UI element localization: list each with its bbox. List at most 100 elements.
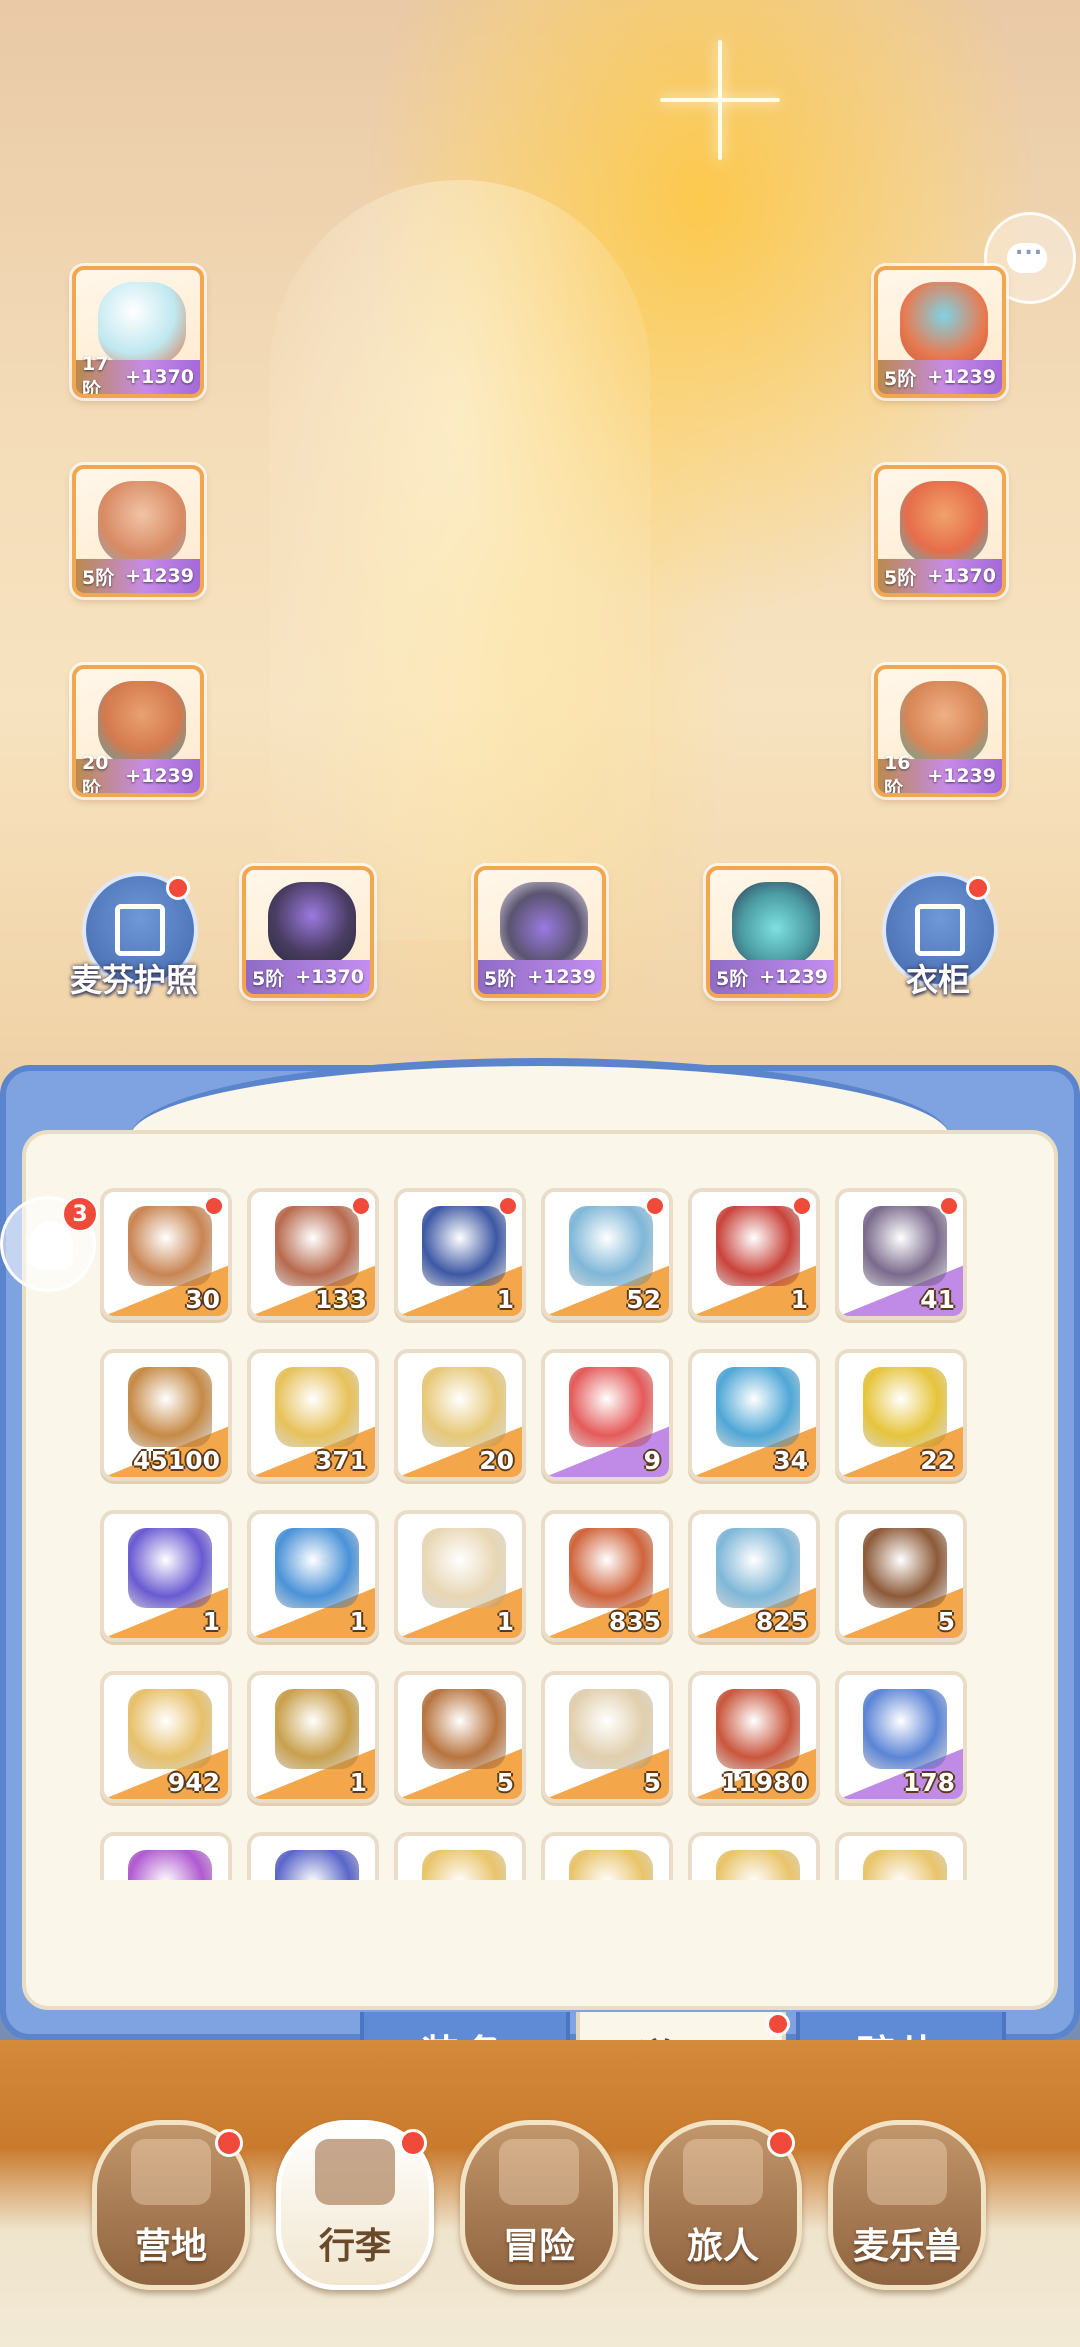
- castle-icon: [131, 2139, 211, 2205]
- item-quantity: 1: [349, 1768, 367, 1797]
- item-quantity: 1: [349, 1607, 367, 1636]
- inventory-item[interactable]: 9: [541, 1349, 673, 1481]
- item-icon: [128, 1206, 212, 1286]
- inventory-item[interactable]: 34: [688, 1349, 820, 1481]
- nav-camp[interactable]: 营地: [92, 2120, 250, 2290]
- item-icon: [716, 1367, 800, 1447]
- item-quantity: 1: [496, 1285, 514, 1314]
- equip-slot-charm[interactable]: 5阶 +1239: [706, 866, 838, 998]
- item-icon: [863, 1528, 947, 1608]
- equip-slot-boots[interactable]: 16阶 +1239: [874, 665, 1006, 797]
- equip-level: 5阶: [82, 566, 115, 589]
- nav-luggage-notification-dot: [399, 2129, 427, 2157]
- inventory-item[interactable]: 45100: [100, 1349, 232, 1481]
- ring-icon: [268, 882, 356, 966]
- sparkle-effect: [660, 40, 780, 160]
- inventory-item[interactable]: 5: [835, 1510, 967, 1642]
- inventory-item[interactable]: 835: [541, 1510, 673, 1642]
- inventory-item[interactable]: 133: [247, 1188, 379, 1320]
- item-icon: [128, 1689, 212, 1769]
- inventory-item[interactable]: 11980: [688, 1671, 820, 1803]
- inventory-item[interactable]: [394, 1832, 526, 1880]
- equip-bonus: +1239: [759, 966, 828, 988]
- equip-slot-necklace[interactable]: 5阶 +1239: [474, 866, 606, 998]
- cat-face-icon: [867, 2139, 947, 2205]
- inventory-item[interactable]: 22: [835, 1349, 967, 1481]
- equip-level: 5阶: [884, 566, 917, 589]
- inventory-item[interactable]: 41: [835, 1188, 967, 1320]
- necklace-icon: [500, 882, 588, 966]
- inventory-item[interactable]: 942: [100, 1671, 232, 1803]
- item-icon: [275, 1850, 359, 1880]
- inventory-item[interactable]: 1: [100, 1510, 232, 1642]
- inventory-item[interactable]: 30: [100, 1188, 232, 1320]
- inventory-item[interactable]: 178: [835, 1671, 967, 1803]
- inventory-item[interactable]: 1: [394, 1510, 526, 1642]
- equip-slot-pants[interactable]: 20阶 +1239: [72, 665, 204, 797]
- inventory-item[interactable]: 825: [688, 1510, 820, 1642]
- inventory-item[interactable]: 20: [394, 1349, 526, 1481]
- item-icon: [863, 1206, 947, 1286]
- equip-slot-ring[interactable]: 5阶 +1370: [242, 866, 374, 998]
- inventory-item[interactable]: [247, 1832, 379, 1880]
- equip-bonus: +1239: [527, 966, 596, 988]
- item-quantity: 942: [167, 1768, 220, 1797]
- item-quantity: 1: [202, 1607, 220, 1636]
- item-icon: [275, 1367, 359, 1447]
- item-icon: [716, 1206, 800, 1286]
- equip-bonus: +1239: [927, 765, 996, 787]
- inventory-item[interactable]: 1: [394, 1188, 526, 1320]
- nav-luggage[interactable]: 行李: [276, 2120, 434, 2290]
- item-icon: [569, 1367, 653, 1447]
- item-icon: [422, 1850, 506, 1880]
- item-quantity: 133: [314, 1285, 367, 1314]
- inventory-scroll-area[interactable]: 30 133 1 52 1 41 45100 371 20 9 34 22 1 1 1 835 825 5 942 1…: [100, 1188, 980, 1880]
- item-quantity: 9: [643, 1446, 661, 1475]
- nav-adventure[interactable]: 冒险: [460, 2120, 618, 2290]
- armor-icon: [98, 481, 186, 565]
- item-quantity: 45100: [133, 1446, 220, 1475]
- item-quantity: 52: [626, 1285, 661, 1314]
- inventory-item[interactable]: [835, 1832, 967, 1880]
- nav-travelers[interactable]: 旅人: [644, 2120, 802, 2290]
- equip-slot-armor[interactable]: 5阶 +1239: [72, 465, 204, 597]
- inventory-item[interactable]: 5: [541, 1671, 673, 1803]
- inventory-item[interactable]: 5: [394, 1671, 526, 1803]
- equip-slot-gloves[interactable]: 5阶 +1370: [874, 465, 1006, 597]
- equip-slot-weapon[interactable]: 17阶 +1370: [72, 266, 204, 398]
- item-icon: [275, 1206, 359, 1286]
- item-notification-dot: [645, 1196, 665, 1216]
- wardrobe-icon: [915, 904, 965, 956]
- tab-props-notification-dot: [766, 2012, 790, 2036]
- character-silhouette: [270, 180, 650, 940]
- item-quantity: 30: [185, 1285, 220, 1314]
- inventory-item[interactable]: [541, 1832, 673, 1880]
- nav-label: 旅人: [686, 2226, 759, 2267]
- equip-slot-helmet[interactable]: 5阶 +1239: [874, 266, 1006, 398]
- item-icon: [422, 1206, 506, 1286]
- inventory-item[interactable]: 1: [688, 1188, 820, 1320]
- nav-pets[interactable]: 麦乐兽: [828, 2120, 986, 2290]
- inventory-item[interactable]: [100, 1832, 232, 1880]
- equip-bonus: +1370: [927, 565, 996, 587]
- item-icon: [716, 1689, 800, 1769]
- inventory-item[interactable]: 1: [247, 1510, 379, 1642]
- nav-label: 麦乐兽: [852, 2226, 961, 2267]
- equip-level: 5阶: [484, 967, 517, 990]
- inventory-item[interactable]: 52: [541, 1188, 673, 1320]
- item-icon: [128, 1850, 212, 1880]
- item-notification-dot: [498, 1196, 518, 1216]
- item-quantity: 5: [496, 1768, 514, 1797]
- item-notification-dot: [351, 1196, 371, 1216]
- equip-bonus: +1239: [927, 366, 996, 388]
- inventory-item[interactable]: 371: [247, 1349, 379, 1481]
- item-icon: [569, 1528, 653, 1608]
- inventory-item[interactable]: [688, 1832, 820, 1880]
- item-quantity: 825: [755, 1607, 808, 1636]
- inventory-item[interactable]: 1: [247, 1671, 379, 1803]
- equip-level: 20阶: [82, 751, 109, 797]
- item-quantity: 20: [479, 1446, 514, 1475]
- item-icon: [716, 1528, 800, 1608]
- item-icon: [128, 1367, 212, 1447]
- item-quantity: 1: [496, 1607, 514, 1636]
